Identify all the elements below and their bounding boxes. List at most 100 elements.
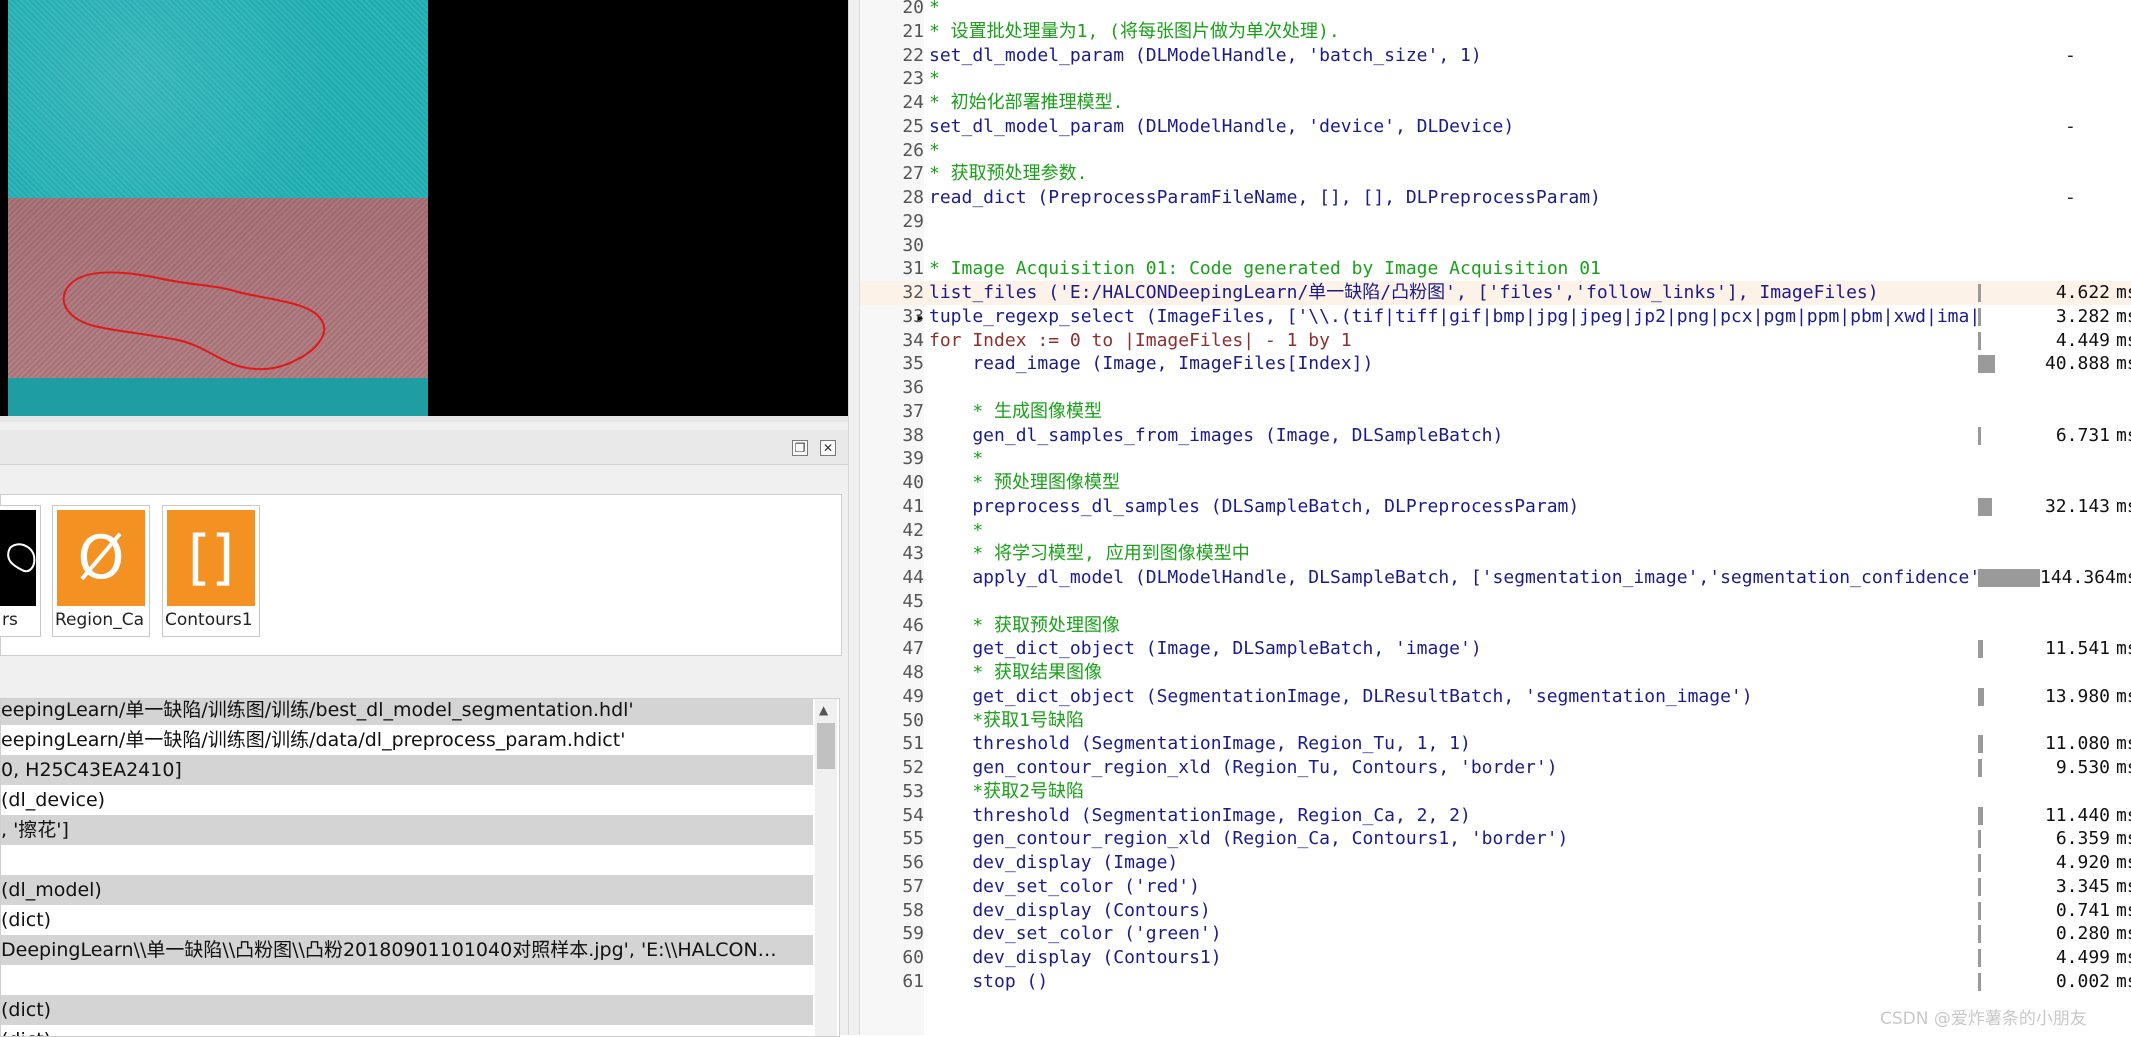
code-statement: get_dict_object (SegmentationImage, DLRe… <box>929 685 1753 707</box>
code-line[interactable]: 59 dev_set_color ('green') 0.280 ms <box>860 922 2131 946</box>
line-number: 22 <box>902 44 924 66</box>
line-number: 30 <box>902 234 924 256</box>
control-variable-row[interactable]: , '擦花'] <box>1 815 813 845</box>
code-line[interactable]: 43 * 将学习模型, 应用到图像模型中 <box>860 542 2131 566</box>
code-line[interactable]: 55 gen_contour_region_xld (Region_Ca, Co… <box>860 827 2131 851</box>
code-line[interactable]: 48 * 获取结果图像 <box>860 661 2131 685</box>
scroll-up-icon[interactable]: ▲ <box>819 703 828 717</box>
code-line[interactable]: 36 <box>860 376 2131 400</box>
iconic-variable-label: Region_Ca <box>55 610 144 630</box>
code-line[interactable]: 52 gen_contour_region_xld (Region_Tu, Co… <box>860 756 2131 780</box>
profiler-time-unit: ms <box>2116 685 2131 707</box>
code-line[interactable]: 53 *获取2号缺陷 <box>860 780 2131 804</box>
code-line[interactable]: 54 threshold (SegmentationImage, Region_… <box>860 804 2131 828</box>
code-line[interactable]: 61 stop () 0.002 ms <box>860 970 2131 994</box>
code-line[interactable]: 24 * 初始化部署推理模型. <box>860 91 2131 115</box>
code-line[interactable]: 29 <box>860 210 2131 234</box>
scrollbar-thumb[interactable] <box>817 723 835 769</box>
code-line[interactable]: 28 read_dict (PreprocessParamFileName, []… <box>860 186 2131 210</box>
profiler-time-bar <box>1978 854 1981 872</box>
line-number: 33 <box>902 305 924 327</box>
profiler-time-bar <box>1978 925 1981 944</box>
profiler-time-value: 11.080 <box>2044 733 2110 755</box>
code-line[interactable]: 60 dev_display (Contours1) 4.499 ms <box>860 946 2131 970</box>
profiler-time-value: 3.345 <box>2055 875 2110 897</box>
restore-window-icon[interactable]: ❐ <box>792 440 808 456</box>
profiler-time-unit: ms <box>2116 875 2131 897</box>
code-line[interactable]: 34 for Index := 0 to |ImageFiles| - 1 by … <box>860 329 2131 353</box>
code-line[interactable]: 46 * 获取预处理图像 <box>860 614 2131 638</box>
code-line[interactable]: 38 gen_dl_samples_from_images (Image, DL… <box>860 424 2131 448</box>
iconic-variable-contours1[interactable]: [] Contours1 <box>162 505 260 637</box>
code-statement: set_dl_model_param (DLModelHandle, 'batc… <box>929 44 1482 66</box>
code-line[interactable]: 32 list_files ('E:/HALCONDeepingLearn/单一缺… <box>860 281 2131 305</box>
code-line[interactable]: 40 * 预处理图像模型 <box>860 471 2131 495</box>
line-number: 28 <box>902 187 924 208</box>
profiler-time-value: 144.364 <box>2040 567 2116 588</box>
code-line[interactable]: 25 set_dl_model_param (DLModelHandle, 'de… <box>860 115 2131 139</box>
control-variable-row[interactable]: (dict) <box>1 905 813 935</box>
code-line[interactable]: 21 * 设置批处理量为1, (将每张图片做为单次处理). <box>860 20 2131 44</box>
control-variable-row[interactable]: (dict) <box>1 1025 813 1036</box>
control-variable-row[interactable]: (dl_device) <box>1 785 813 815</box>
line-number: 52 <box>902 757 924 778</box>
close-window-icon[interactable]: ✕ <box>820 440 836 456</box>
control-variable-row[interactable]: eepingLearn/单一缺陷/训练图/训练/data/dl_preproce… <box>1 725 813 755</box>
graphics-window[interactable] <box>0 0 848 416</box>
control-variable-row[interactable]: (dl_model) <box>1 875 813 905</box>
control-variables-panel: eepingLearn/单一缺陷/训练图/训练/best_dl_model_se… <box>0 698 840 1037</box>
code-line[interactable]: 42 * <box>860 519 2131 543</box>
code-statement: read_dict (PreprocessParamFileName, [], … <box>929 187 1601 208</box>
profiler-time-bar <box>1978 687 1984 706</box>
code-line[interactable]: 30 <box>860 234 2131 258</box>
code-statement: gen_contour_region_xld (Region_Tu, Conto… <box>929 757 1558 778</box>
line-number: 38 <box>902 424 924 446</box>
profiler-time-bar <box>1978 355 1995 374</box>
profiler-time-unit: ms <box>2116 353 2131 375</box>
pane-splitter[interactable] <box>848 0 860 1035</box>
code-line[interactable]: 49 get_dict_object (SegmentationImage, D… <box>860 685 2131 709</box>
code-line[interactable]: 57 dev_set_color ('red') 3.345 ms <box>860 875 2131 899</box>
profiler-time-value: 3.282 <box>2055 305 2110 327</box>
code-line[interactable]: 39 * <box>860 447 2131 471</box>
control-variable-row[interactable]: 0, H25C43EA2410] <box>1 755 813 785</box>
iconic-variable-contours[interactable]: rs <box>0 505 41 637</box>
profiler-time-value: 0.002 <box>2055 970 2110 992</box>
code-line[interactable]: 50 *获取1号缺陷 <box>860 709 2131 733</box>
control-variable-row[interactable]: (dict) <box>1 995 813 1025</box>
profiler-time-unit: ms <box>2116 495 2131 517</box>
code-line[interactable]: 27 * 获取预处理参数. <box>860 162 2131 186</box>
line-number: 36 <box>902 377 924 398</box>
code-line[interactable]: 26 * <box>860 139 2131 163</box>
code-line[interactable]: 44 apply_dl_model (DLModelHandle, DLSamp… <box>860 566 2131 590</box>
line-number: 29 <box>902 210 924 232</box>
vertical-scrollbar[interactable]: ▲ <box>815 699 837 1036</box>
code-line[interactable]: 22 set_dl_model_param (DLModelHandle, 'ba… <box>860 44 2131 68</box>
code-line[interactable]: 33 tuple_regexp_select (ImageFiles, ['\\.… <box>860 305 2131 329</box>
program-editor[interactable]: 20 * 21 * 设置批处理量为1, (将每张图片做为单次处理). 22 set_dl_… <box>860 0 2131 1035</box>
iconic-variable-region-ca[interactable]: Ø Region_Ca <box>52 505 150 637</box>
line-number: 48 <box>902 662 924 683</box>
defect-contour <box>62 271 326 371</box>
profiler-time-value: 11.541 <box>2044 638 2110 660</box>
code-line[interactable]: 58 dev_display (Contours) 0.741 ms <box>860 899 2131 923</box>
code-comment: * 生成图像模型 <box>929 400 1103 422</box>
code-line[interactable]: 51 threshold (SegmentationImage, Region_… <box>860 732 2131 756</box>
code-line[interactable]: 45 <box>860 590 2131 614</box>
code-comment: * 获取预处理参数. <box>929 163 1088 185</box>
line-number: 42 <box>902 519 924 541</box>
control-variable-row[interactable] <box>1 845 813 875</box>
code-line[interactable]: 20 * <box>860 0 2131 20</box>
code-line[interactable]: 56 dev_display (Image) 4.920 ms <box>860 851 2131 875</box>
code-line[interactable]: 31 * Image Acquisition 01: Code generated… <box>860 257 2131 281</box>
code-line[interactable]: 47 get_dict_object (Image, DLSampleBatch… <box>860 637 2131 661</box>
code-line[interactable]: 23 * <box>860 67 2131 91</box>
code-line[interactable]: 37 * 生成图像模型 <box>860 400 2131 424</box>
control-variable-row[interactable]: eepingLearn/单一缺陷/训练图/训练/best_dl_model_se… <box>1 699 813 725</box>
code-line[interactable]: 41 preprocess_dl_samples (DLSampleBatch,… <box>860 495 2131 519</box>
code-line[interactable]: 35 read_image (Image, ImageFiles[Index])… <box>860 352 2131 376</box>
control-variable-row[interactable]: DeepingLearn\\单一缺陷\\凸粉图\\凸粉2018090110104… <box>1 935 813 965</box>
control-variable-row[interactable] <box>1 965 813 995</box>
defect-contour-overlay <box>62 271 326 371</box>
code-comment: * 初始化部署推理模型. <box>929 92 1124 113</box>
